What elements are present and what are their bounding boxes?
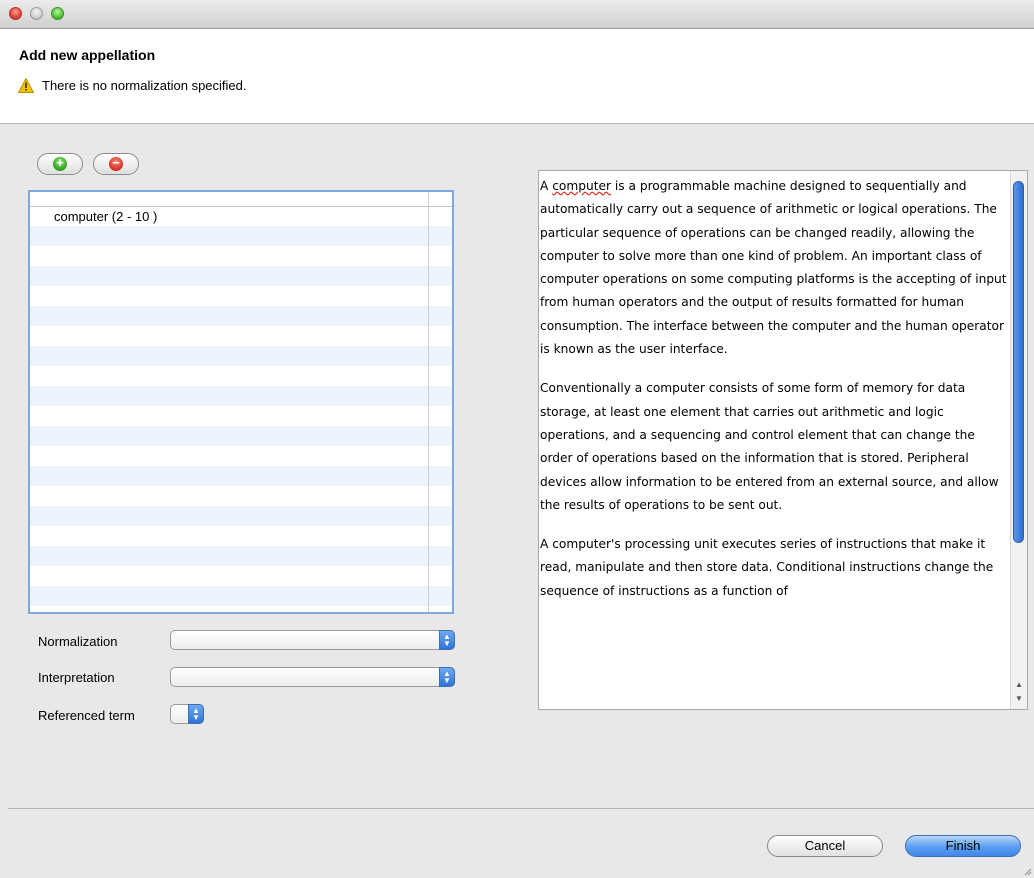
resize-grip-icon[interactable] xyxy=(1024,868,1032,876)
list-column-header[interactable] xyxy=(30,192,452,207)
highlighted-term[interactable]: computer xyxy=(552,179,611,193)
list-row[interactable] xyxy=(30,606,452,612)
normalization-select[interactable]: ▲ ▼ xyxy=(170,630,455,650)
list-row[interactable] xyxy=(30,446,452,466)
appellation-list[interactable]: computer (2 - 10 ) xyxy=(28,190,454,614)
list-row[interactable] xyxy=(30,566,452,586)
cancel-button[interactable]: Cancel xyxy=(767,835,883,857)
list-row[interactable] xyxy=(30,426,452,446)
validation-message: There is no normalization specified. xyxy=(42,78,247,93)
list-row[interactable] xyxy=(30,326,452,346)
referenced-term-select[interactable]: ▲ ▼ xyxy=(170,704,204,724)
plus-icon: + xyxy=(53,155,67,171)
dialog-header: Add new appellation There is no normaliz… xyxy=(0,29,1034,124)
list-row[interactable] xyxy=(30,266,452,286)
list-row[interactable]: computer (2 - 10 ) xyxy=(30,206,452,226)
add-appellation-button[interactable]: + xyxy=(37,153,83,175)
text-paragraph: A computer's processing unit executes se… xyxy=(540,537,994,598)
column-divider xyxy=(428,192,429,612)
list-row[interactable] xyxy=(30,406,452,426)
source-text-panel[interactable]: A computer is a programmable machine des… xyxy=(538,170,1028,710)
vertical-scrollbar[interactable]: ▲ ▼ xyxy=(1010,171,1027,709)
list-row[interactable] xyxy=(30,466,452,486)
text-paragraph: A computer is a programmable machine des… xyxy=(540,179,1007,357)
finish-button[interactable]: Finish xyxy=(905,835,1021,857)
scrollbar-thumb[interactable] xyxy=(1013,181,1024,543)
dialog-title: Add new appellation xyxy=(19,47,156,63)
list-row[interactable] xyxy=(30,546,452,566)
list-row[interactable] xyxy=(30,526,452,546)
select-arrows-icon: ▲ ▼ xyxy=(439,667,455,687)
zoom-window-button[interactable] xyxy=(51,7,64,20)
list-row[interactable] xyxy=(30,246,452,266)
scroll-up-arrow-icon[interactable]: ▲ xyxy=(1011,679,1027,691)
list-row[interactable] xyxy=(30,506,452,526)
list-row[interactable] xyxy=(30,486,452,506)
warning-icon xyxy=(18,78,34,93)
list-row[interactable] xyxy=(30,586,452,606)
interpretation-label: Interpretation xyxy=(38,670,115,685)
close-window-button[interactable] xyxy=(9,7,22,20)
interpretation-select[interactable]: ▲ ▼ xyxy=(170,667,455,687)
select-arrows-icon: ▲ ▼ xyxy=(188,704,204,724)
window-titlebar xyxy=(0,0,1034,29)
list-row[interactable] xyxy=(30,386,452,406)
minus-icon: − xyxy=(109,155,123,171)
list-row[interactable] xyxy=(30,306,452,326)
list-row[interactable] xyxy=(30,366,452,386)
referenced-term-label: Referenced term xyxy=(38,708,135,723)
appellation-item-label: computer (2 - 10 ) xyxy=(54,209,158,224)
list-row[interactable] xyxy=(30,226,452,246)
scroll-down-arrow-icon[interactable]: ▼ xyxy=(1011,693,1027,705)
list-row[interactable] xyxy=(30,286,452,306)
select-arrows-icon: ▲ ▼ xyxy=(439,630,455,650)
list-row[interactable] xyxy=(30,346,452,366)
source-text[interactable]: A computer is a programmable machine des… xyxy=(540,175,1010,619)
text-paragraph: Conventionally a computer consists of so… xyxy=(540,381,999,512)
normalization-label: Normalization xyxy=(38,634,118,649)
footer-divider xyxy=(8,808,1034,809)
minimize-window-button[interactable] xyxy=(30,7,43,20)
remove-appellation-button[interactable]: − xyxy=(93,153,139,175)
